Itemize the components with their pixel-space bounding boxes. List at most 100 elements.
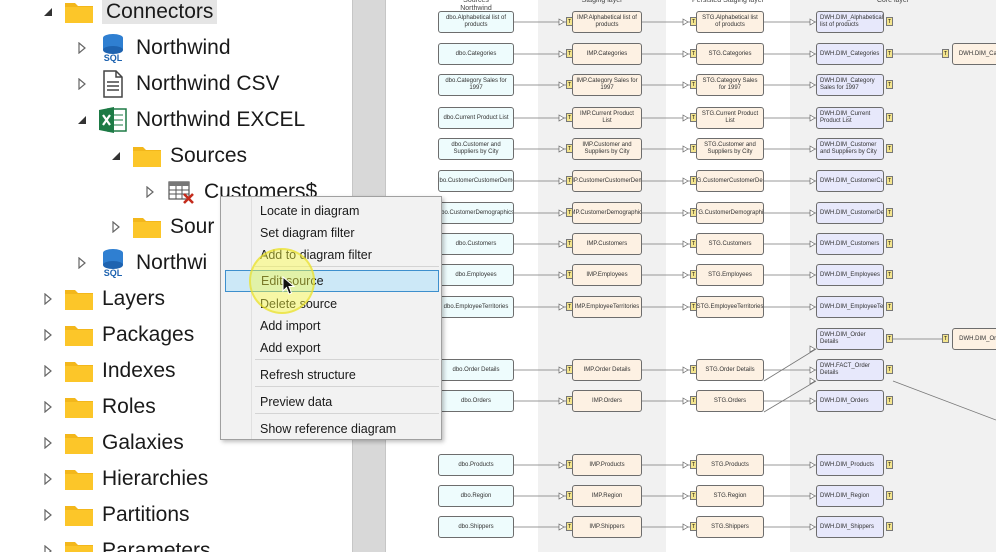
staging-node[interactable]: IMP.Customer and Suppliers by City xyxy=(572,138,642,160)
tree-node-galaxies[interactable]: Galaxies xyxy=(40,426,184,460)
source-node[interactable]: dbo.Alphabetical list of products xyxy=(438,11,514,33)
staging-node[interactable]: IMP.Products xyxy=(572,454,642,476)
menu-item-set-diagram-filter[interactable]: Set diagram filter xyxy=(225,222,439,244)
core-node[interactable]: DWH.DIM_EmployeeTerritories xyxy=(816,296,884,318)
staging-node[interactable]: IMP.Categories xyxy=(572,43,642,65)
lineage-diagram[interactable]: Sources Northwind Staging layer Persisted S… xyxy=(386,0,996,552)
collapsed-arrow-icon[interactable] xyxy=(142,184,158,200)
collapsed-arrow-icon[interactable] xyxy=(74,76,90,92)
source-node[interactable]: dbo.Customer and Suppliers by City xyxy=(438,138,514,160)
staging-node[interactable]: IMP.Orders xyxy=(572,390,642,412)
core-node[interactable]: DWH.DIM_CustomerCustomerDemo xyxy=(816,170,884,192)
tree-node-parameters[interactable]: Parameters xyxy=(40,534,211,552)
core-node[interactable]: DWH.DIM_Customer and Suppliers by City xyxy=(816,138,884,160)
persisted-staging-node[interactable]: STG.CustomerDemographics xyxy=(696,202,764,224)
expanded-arrow-icon[interactable] xyxy=(108,148,124,164)
core-node[interactable]: DWH.DIM_Employees xyxy=(816,264,884,286)
staging-node[interactable]: IMP.CustomerCustomerDemo xyxy=(572,170,642,192)
staging-node[interactable]: IMP.Category Sales for 1997 xyxy=(572,74,642,96)
collapsed-arrow-icon[interactable] xyxy=(40,507,56,523)
source-node[interactable]: dbo.Orders xyxy=(438,390,514,412)
source-node[interactable]: dbo.Employees xyxy=(438,264,514,286)
tree-node-layers[interactable]: Layers xyxy=(40,282,165,316)
tree-node-partitions[interactable]: Partitions xyxy=(40,498,190,532)
core-node[interactable]: DWH.DIM_Order Details xyxy=(816,328,884,350)
collapsed-arrow-icon[interactable] xyxy=(74,40,90,56)
source-node[interactable]: dbo.Order Details xyxy=(438,359,514,381)
tree-node-roles[interactable]: Roles xyxy=(40,390,156,424)
tree-node-indexes[interactable]: Indexes xyxy=(40,354,176,388)
menu-item-add-export[interactable]: Add export xyxy=(225,337,439,359)
source-node[interactable]: dbo.Products xyxy=(438,454,514,476)
collapsed-arrow-icon[interactable] xyxy=(40,543,56,552)
tree-node-northwind-excel[interactable]: Northwind EXCEL xyxy=(74,103,305,137)
menu-item-preview-data[interactable]: Preview data xyxy=(225,391,439,413)
expanded-arrow-icon[interactable] xyxy=(74,112,90,128)
source-node[interactable]: dbo.Region xyxy=(438,485,514,507)
menu-item-show-reference-diagram[interactable]: Show reference diagram xyxy=(225,418,439,440)
persisted-staging-node[interactable]: STG.Category Sales for 1997 xyxy=(696,74,764,96)
persisted-staging-node[interactable]: STG.Products xyxy=(696,454,764,476)
menu-item-add-import[interactable]: Add import xyxy=(225,315,439,337)
tree-node-northwind[interactable]: SQL Northwind xyxy=(74,31,231,65)
source-node[interactable]: dbo.CustomerCustomerDemo xyxy=(438,170,514,192)
persisted-staging-node[interactable]: STG.Orders xyxy=(696,390,764,412)
core-node[interactable]: DWH.DIM_Shippers xyxy=(816,516,884,538)
core-node[interactable]: DWH.DIM_Categories xyxy=(816,43,884,65)
tree-node-sour[interactable]: Sour xyxy=(108,210,214,244)
source-node[interactable]: dbo.Category Sales for 1997 xyxy=(438,74,514,96)
tree-node-hierarchies[interactable]: Hierarchies xyxy=(40,462,208,496)
source-node[interactable]: dbo.EmployeeTerritories xyxy=(438,296,514,318)
staging-node[interactable]: IMP.Order Details xyxy=(572,359,642,381)
source-node[interactable]: dbo.Categories xyxy=(438,43,514,65)
persisted-staging-node[interactable]: STG.Shippers xyxy=(696,516,764,538)
collapsed-arrow-icon[interactable] xyxy=(40,399,56,415)
staging-node[interactable]: IMP.Employees xyxy=(572,264,642,286)
tree-node-connectors[interactable]: Connectors xyxy=(40,0,218,29)
core-node[interactable]: DWH.DIM_Current Product List xyxy=(816,107,884,129)
staging-node[interactable]: IMP.Current Product List xyxy=(572,107,642,129)
persisted-staging-node[interactable]: STG.Region xyxy=(696,485,764,507)
core-node[interactable]: DWH.DIM_Customers xyxy=(816,233,884,255)
staging-node[interactable]: IMP.Shippers xyxy=(572,516,642,538)
tree-node-northwind-csv[interactable]: Northwind CSV xyxy=(74,67,280,101)
staging-node[interactable]: IMP.Region xyxy=(572,485,642,507)
core-node[interactable]: DWH.DIM_Alphabetical list of products xyxy=(816,11,884,33)
menu-item-locate-in-diagram[interactable]: Locate in diagram xyxy=(225,200,439,222)
collapsed-arrow-icon[interactable] xyxy=(40,363,56,379)
core-node[interactable]: DWH.DIM_Products xyxy=(816,454,884,476)
source-node[interactable]: dbo.Shippers xyxy=(438,516,514,538)
staging-node[interactable]: IMP.EmployeeTerritories xyxy=(572,296,642,318)
expanded-arrow-icon[interactable] xyxy=(40,4,56,20)
source-node[interactable]: dbo.CustomerDemographics xyxy=(438,202,514,224)
core-node[interactable]: DWH.DIM_CustomerDemographics xyxy=(816,202,884,224)
staging-node[interactable]: IMP.CustomerDemographics xyxy=(572,202,642,224)
staging-node[interactable]: IMP.Customers xyxy=(572,233,642,255)
staging-node[interactable]: IMP.Alphabetical list of products xyxy=(572,11,642,33)
collapsed-arrow-icon[interactable] xyxy=(40,291,56,307)
core-node[interactable]: DWH.FACT_Order Details xyxy=(816,359,884,381)
source-node[interactable]: dbo.Current Product List xyxy=(438,107,514,129)
collapsed-arrow-icon[interactable] xyxy=(40,327,56,343)
persisted-staging-node[interactable]: STG.CustomerCustomerDemo xyxy=(696,170,764,192)
tree-node-northwi[interactable]: SQL Northwi xyxy=(74,246,207,280)
tree-node-sources[interactable]: Sources xyxy=(108,139,247,173)
persisted-staging-node[interactable]: STG.EmployeeTerritories xyxy=(696,296,764,318)
collapsed-arrow-icon[interactable] xyxy=(40,435,56,451)
tree-node-packages[interactable]: Packages xyxy=(40,318,194,352)
persisted-staging-node[interactable]: STG.Employees xyxy=(696,264,764,286)
downstream-node[interactable]: DWH.DIM_Categ xyxy=(952,43,996,65)
source-node[interactable]: dbo.Customers xyxy=(438,233,514,255)
collapsed-arrow-icon[interactable] xyxy=(108,219,124,235)
persisted-staging-node[interactable]: STG.Alphabetical list of products xyxy=(696,11,764,33)
collapsed-arrow-icon[interactable] xyxy=(74,255,90,271)
persisted-staging-node[interactable]: STG.Customers xyxy=(696,233,764,255)
core-node[interactable]: DWH.DIM_Region xyxy=(816,485,884,507)
persisted-staging-node[interactable]: STG.Customer and Suppliers by City xyxy=(696,138,764,160)
persisted-staging-node[interactable]: STG.Order Details xyxy=(696,359,764,381)
persisted-staging-node[interactable]: STG.Current Product List xyxy=(696,107,764,129)
collapsed-arrow-icon[interactable] xyxy=(40,471,56,487)
core-node[interactable]: DWH.DIM_Orders xyxy=(816,390,884,412)
downstream-node[interactable]: DWH.DIM_Order xyxy=(952,328,996,350)
menu-item-refresh-structure[interactable]: Refresh structure xyxy=(225,364,439,386)
